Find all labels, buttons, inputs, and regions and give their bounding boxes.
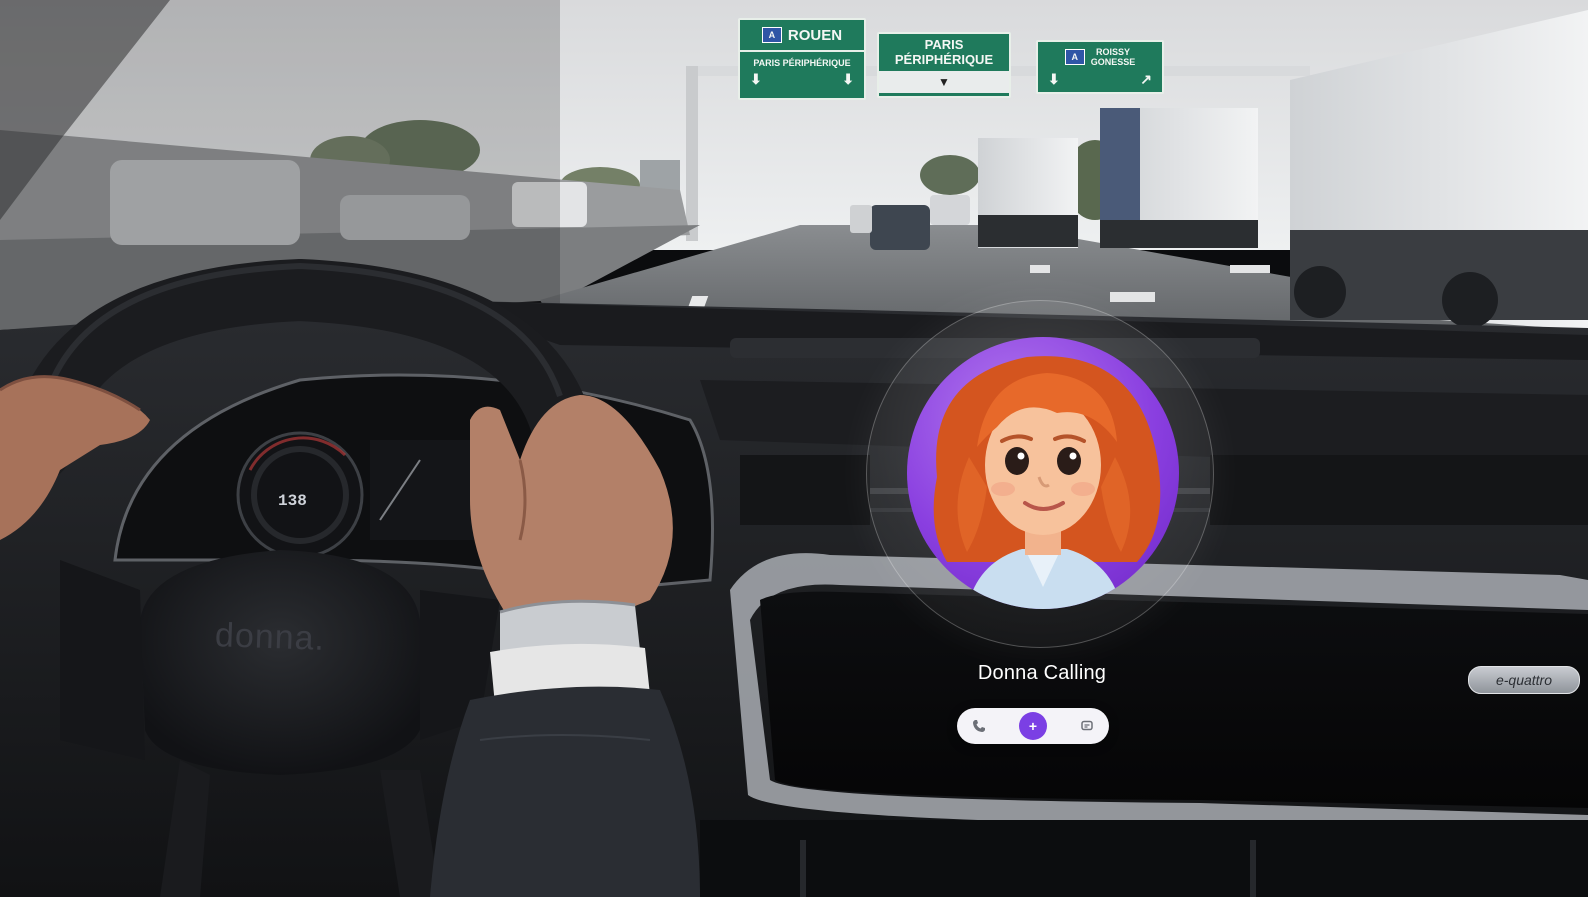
message-button[interactable] [1075, 708, 1099, 744]
phone-icon [973, 720, 985, 732]
sign-roissy: A ROISSY GONESSE ⬇ ↗ [1036, 40, 1164, 94]
sign-paris-line1: PARIS [924, 37, 964, 52]
sign-paris-line2: PÉRIPHÉRIQUE [894, 52, 994, 67]
sign-roissy-line2: GONESSE [1090, 57, 1136, 67]
sign-rouen: A ROUEN PARIS PÉRIPHÉRIQUE ⬇ ⬇ [738, 18, 866, 100]
up-right-arrow-icon: ↗ [1140, 71, 1152, 87]
down-arrow-icon: ▼ [938, 75, 950, 89]
speedometer-readout: 138 [278, 492, 307, 510]
sign-rouen-label: ROUEN [787, 26, 843, 44]
car-interior-scene: A ROUEN PARIS PÉRIPHÉRIQUE ⬇ ⬇ PARIS PÉR… [0, 0, 1588, 897]
answer-call-button[interactable] [967, 708, 991, 744]
steering-wheel-logo: donna. [214, 616, 326, 658]
trim-badge: e-quattro [1468, 666, 1580, 694]
autoroute-badge-icon: A [761, 27, 782, 43]
background-scene [0, 0, 1588, 897]
add-button[interactable]: + [1019, 708, 1047, 744]
sign-paris-peripherique-label: PARIS PÉRIPHÉRIQUE [753, 58, 851, 68]
down-left-arrow-icon: ⬇ [750, 71, 762, 87]
autoroute-badge-icon-right: A [1064, 49, 1085, 65]
donna-avatar[interactable] [907, 337, 1179, 609]
plus-icon: + [1019, 712, 1047, 740]
down-left-arrow-icon-right: ⬇ [1048, 71, 1060, 87]
call-controls-pill: + [957, 708, 1109, 744]
donna-avatar-illustration [933, 356, 1161, 609]
sign-roissy-line1: ROISSY [1095, 47, 1130, 57]
call-status-label: Donna Calling [977, 662, 1107, 684]
down-right-arrow-icon: ⬇ [842, 71, 854, 87]
sign-paris-peripherique: PARIS PÉRIPHÉRIQUE ▼ [877, 32, 1011, 98]
message-icon [1081, 720, 1093, 731]
